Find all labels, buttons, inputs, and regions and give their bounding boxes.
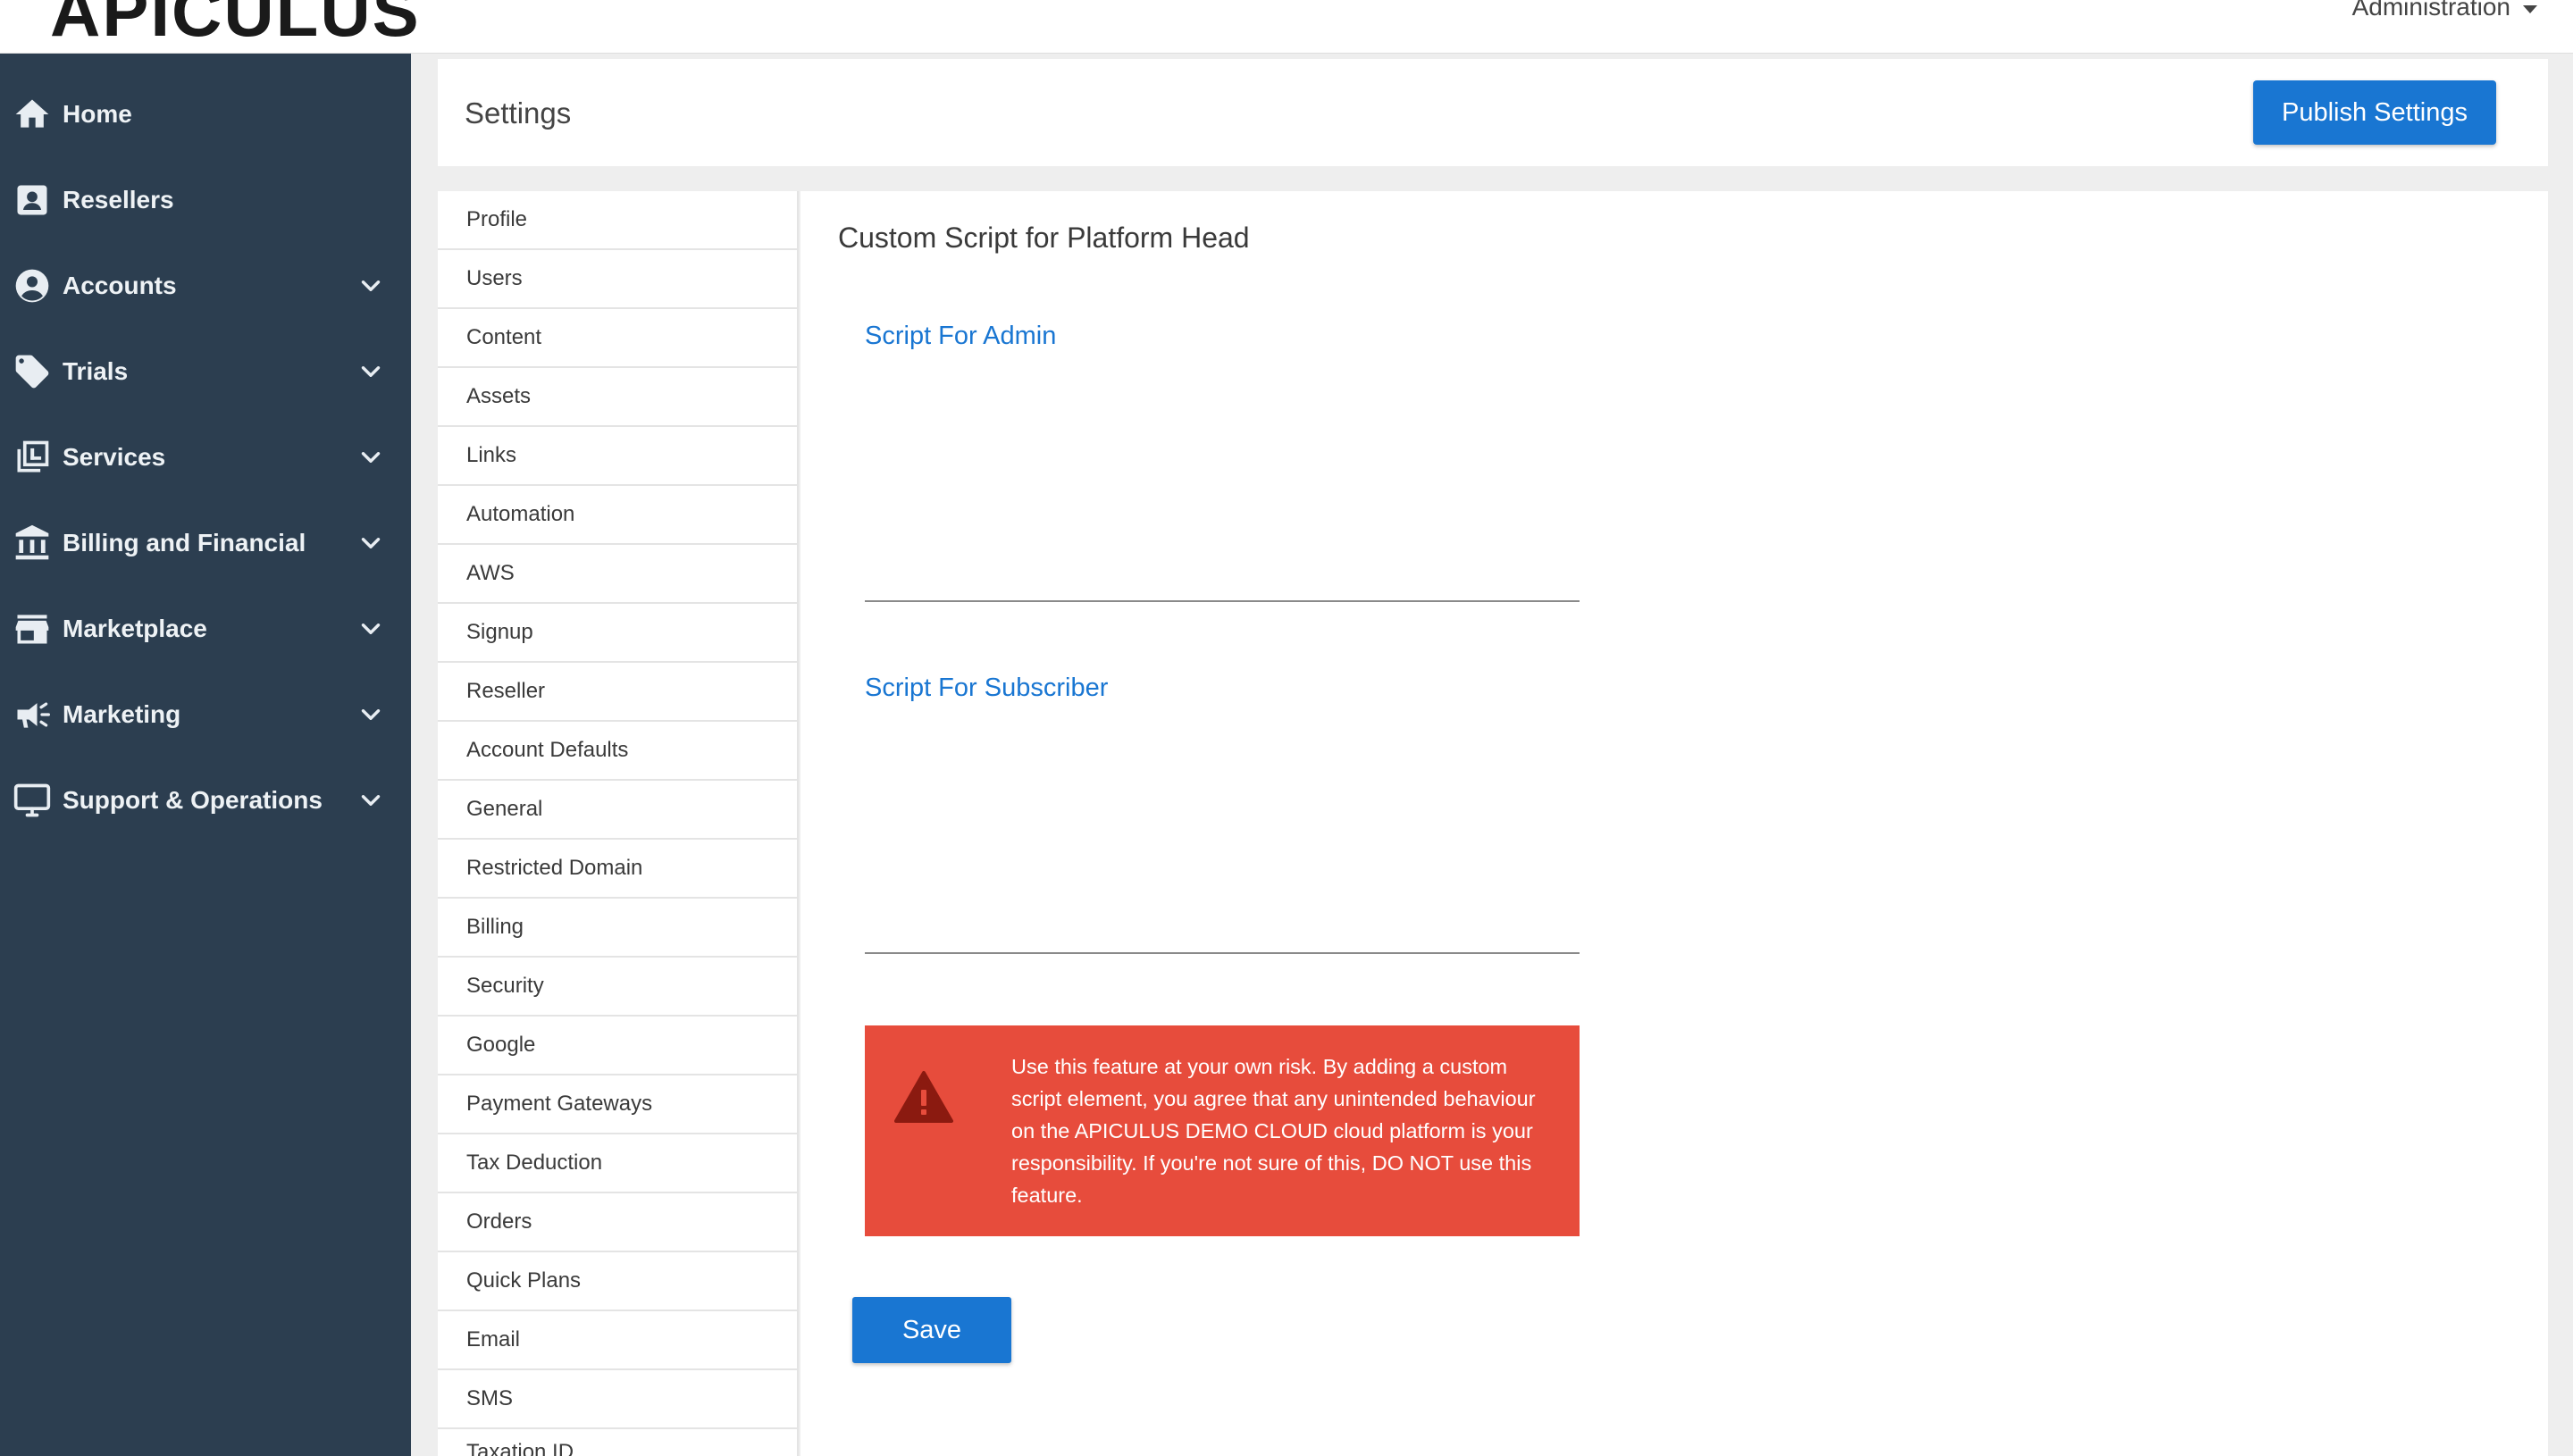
caret-down-icon bbox=[2523, 4, 2537, 13]
sidebar-item-label: Resellers bbox=[63, 186, 174, 213]
tag-icon bbox=[13, 352, 52, 391]
sidebar-item-label: Marketing bbox=[63, 700, 181, 728]
script-for-admin-label: Script For Admin bbox=[865, 322, 1057, 350]
settings-nav-item-payment-gateways[interactable]: Payment Gateways bbox=[438, 1075, 799, 1134]
sidebar-item-label: Accounts bbox=[63, 272, 177, 299]
account-circle-icon bbox=[13, 266, 52, 305]
settings-nav-item-security[interactable]: Security bbox=[438, 958, 799, 1017]
script-for-admin-textarea[interactable] bbox=[865, 423, 1580, 602]
settings-nav-item-tax-deduction[interactable]: Tax Deduction bbox=[438, 1134, 799, 1193]
sidebar-item-home[interactable]: Home bbox=[0, 71, 411, 157]
settings-nav-item-links[interactable]: Links bbox=[438, 427, 799, 486]
contact-card-icon bbox=[13, 180, 52, 220]
warning-triangle-icon bbox=[893, 1070, 954, 1124]
sidebar: Home Resellers Accounts Trials Services bbox=[0, 54, 411, 1456]
administration-menu[interactable]: Administration bbox=[2352, 0, 2537, 21]
script-for-subscriber-label: Script For Subscriber bbox=[865, 674, 1109, 702]
page-title: Settings bbox=[465, 96, 572, 130]
sidebar-item-support-and-operations[interactable]: Support & Operations bbox=[0, 757, 411, 843]
settings-nav-item-quick-plans[interactable]: Quick Plans bbox=[438, 1252, 799, 1311]
custom-script-panel: Custom Script for Platform Head Script F… bbox=[800, 191, 2548, 1456]
monitor-icon bbox=[13, 781, 52, 820]
section-title: Custom Script for Platform Head bbox=[838, 222, 1250, 254]
risk-warning-alert: Use this feature at your own risk. By ad… bbox=[865, 1025, 1580, 1236]
settings-nav-item-profile[interactable]: Profile bbox=[438, 191, 799, 250]
settings-nav-item-automation[interactable]: Automation bbox=[438, 486, 799, 545]
chevron-down-icon bbox=[356, 442, 386, 473]
sidebar-item-services[interactable]: Services bbox=[0, 414, 411, 500]
sidebar-item-label: Home bbox=[63, 100, 132, 128]
chevron-down-icon bbox=[356, 356, 386, 387]
settings-nav-item-content[interactable]: Content bbox=[438, 309, 799, 368]
bank-icon bbox=[13, 523, 52, 563]
chevron-down-icon bbox=[356, 699, 386, 730]
sidebar-item-label: Trials bbox=[63, 357, 129, 385]
home-icon bbox=[13, 95, 52, 134]
library-icon bbox=[13, 438, 52, 477]
sidebar-item-label: Support & Operations bbox=[63, 786, 323, 814]
sidebar-item-resellers[interactable]: Resellers bbox=[0, 157, 411, 243]
sidebar-item-trials[interactable]: Trials bbox=[0, 329, 411, 414]
chevron-down-icon bbox=[356, 614, 386, 644]
settings-nav-item-general[interactable]: General bbox=[438, 781, 799, 840]
top-bar: APICULUS Administration bbox=[0, 0, 2573, 54]
sidebar-item-accounts[interactable]: Accounts bbox=[0, 243, 411, 329]
warning-message: Use this feature at your own risk. By ad… bbox=[1011, 1055, 1536, 1207]
settings-nav-item-account-defaults[interactable]: Account Defaults bbox=[438, 722, 799, 781]
save-button[interactable]: Save bbox=[852, 1297, 1011, 1363]
settings-nav-item-assets[interactable]: Assets bbox=[438, 368, 799, 427]
settings-nav-item-reseller[interactable]: Reseller bbox=[438, 663, 799, 722]
chevron-down-icon bbox=[356, 785, 386, 816]
settings-nav-item-aws[interactable]: AWS bbox=[438, 545, 799, 604]
megaphone-icon bbox=[13, 695, 52, 734]
settings-nav: Profile Users Content Assets Links Autom… bbox=[438, 191, 799, 1456]
settings-nav-item-restricted-domain[interactable]: Restricted Domain bbox=[438, 840, 799, 899]
sidebar-item-label: Marketplace bbox=[63, 615, 207, 642]
settings-header: Settings Publish Settings bbox=[438, 59, 2548, 166]
sidebar-item-marketing[interactable]: Marketing bbox=[0, 672, 411, 757]
settings-nav-item-google[interactable]: Google bbox=[438, 1017, 799, 1075]
administration-label: Administration bbox=[2351, 0, 2510, 21]
sidebar-item-billing-and-financial[interactable]: Billing and Financial bbox=[0, 500, 411, 586]
settings-nav-item-users[interactable]: Users bbox=[438, 250, 799, 309]
apiculus-logo[interactable]: APICULUS bbox=[50, 0, 421, 53]
sidebar-item-label: Services bbox=[63, 443, 166, 471]
chevron-down-icon bbox=[356, 271, 386, 301]
store-icon bbox=[13, 609, 52, 649]
settings-nav-item-orders[interactable]: Orders bbox=[438, 1193, 799, 1252]
chevron-down-icon bbox=[356, 528, 386, 558]
sidebar-item-marketplace[interactable]: Marketplace bbox=[0, 586, 411, 672]
script-for-subscriber-textarea[interactable] bbox=[865, 775, 1580, 954]
settings-nav-item-sms[interactable]: SMS bbox=[438, 1370, 799, 1429]
sidebar-item-label: Billing and Financial bbox=[63, 529, 306, 556]
settings-nav-item-billing[interactable]: Billing bbox=[438, 899, 799, 958]
publish-settings-button[interactable]: Publish Settings bbox=[2253, 80, 2496, 145]
settings-nav-item-email[interactable]: Email bbox=[438, 1311, 799, 1370]
settings-nav-item-taxation-id[interactable]: Taxation ID bbox=[438, 1429, 799, 1456]
settings-nav-item-signup[interactable]: Signup bbox=[438, 604, 799, 663]
